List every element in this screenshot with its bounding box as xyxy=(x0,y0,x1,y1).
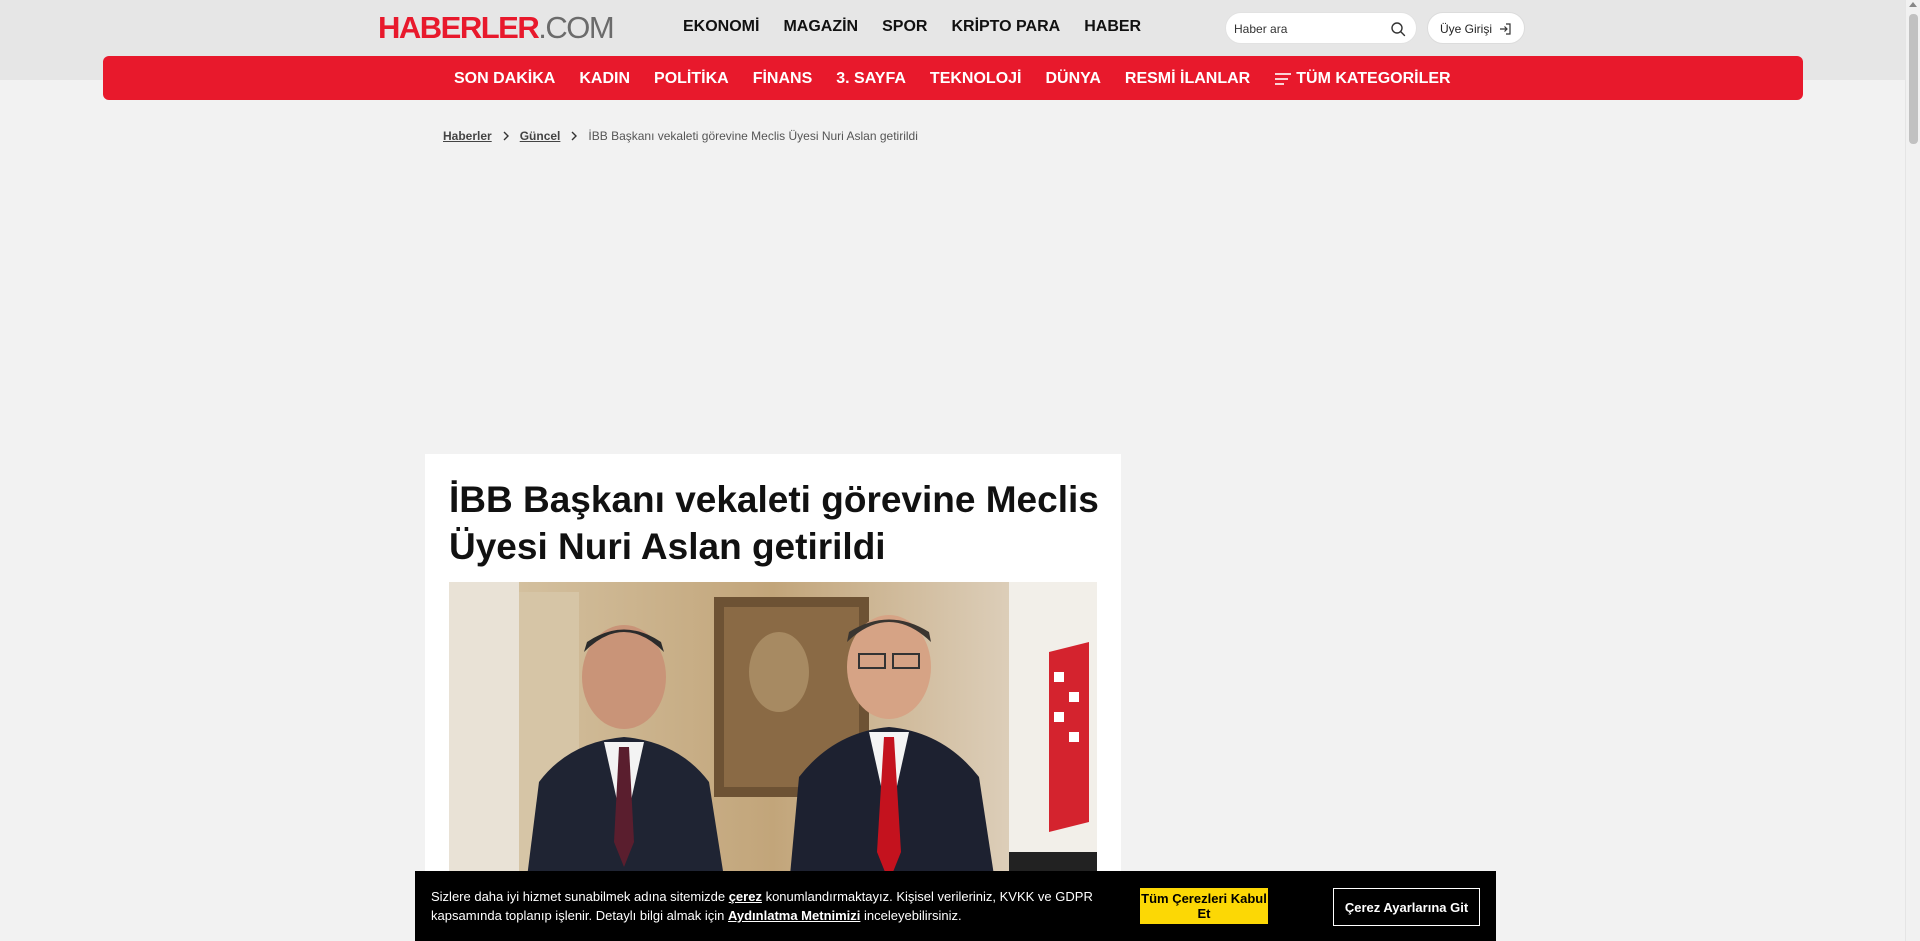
cookie-banner: Sizlere daha iyi hizmet sunabilmek adına… xyxy=(415,871,1496,941)
search-icon[interactable] xyxy=(1390,21,1406,37)
category-teknoloji[interactable]: TEKNOLOJİ xyxy=(930,69,1022,89)
site-logo[interactable]: HABERLER.COM xyxy=(378,10,615,45)
top-nav-ekonomi[interactable]: EKONOMİ xyxy=(683,17,759,37)
cookie-link[interactable]: çerez xyxy=(729,889,762,904)
category-politika[interactable]: POLİTİKA xyxy=(654,69,729,89)
category-nav: SON DAKİKA KADIN POLİTİKA FİNANS 3. SAYF… xyxy=(454,69,1451,89)
logo-suffix: .COM xyxy=(538,10,614,45)
category-dunya[interactable]: DÜNYA xyxy=(1045,69,1100,89)
chevron-right-icon xyxy=(571,131,578,141)
scrollbar-thumb[interactable] xyxy=(1909,14,1918,144)
cookie-text-part: Sizlere daha iyi hizmet sunabilmek adına… xyxy=(431,889,729,904)
top-nav-magazin[interactable]: MAGAZİN xyxy=(783,17,858,37)
cookie-settings-button[interactable]: Çerez Ayarlarına Git xyxy=(1333,888,1480,926)
logo-main: HABERLER xyxy=(378,10,540,45)
category-bar: SON DAKİKA KADIN POLİTİKA FİNANS 3. SAYF… xyxy=(103,56,1803,100)
breadcrumb-home[interactable]: Haberler xyxy=(443,129,492,143)
search-box xyxy=(1225,12,1417,44)
login-icon xyxy=(1500,23,1511,35)
menu-icon xyxy=(1275,73,1292,85)
scroll-up-arrow[interactable] xyxy=(1909,2,1917,7)
login-label: Üye Girişi xyxy=(1440,22,1493,36)
all-categories-button[interactable]: TÜM KATEGORİLER xyxy=(1274,69,1451,89)
top-nav-spor[interactable]: SPOR xyxy=(882,17,927,37)
article-title: İBB Başkanı vekaleti görevine Meclis Üye… xyxy=(449,479,1099,567)
accept-all-cookies-button[interactable]: Tüm Çerezleri Kabul Et xyxy=(1140,888,1268,924)
category-finans[interactable]: FİNANS xyxy=(753,69,813,89)
breadcrumb: Haberler Güncel İBB Başkanı vekaleti gör… xyxy=(443,129,918,143)
login-button[interactable]: Üye Girişi xyxy=(1427,12,1525,44)
category-kadin[interactable]: KADIN xyxy=(579,69,630,89)
cookie-text: Sizlere daha iyi hizmet sunabilmek adına… xyxy=(431,887,1131,925)
category-son-dakika[interactable]: SON DAKİKA xyxy=(454,69,555,89)
category-resmi-ilanlar[interactable]: RESMİ İLANLAR xyxy=(1125,69,1250,89)
page-scrollbar[interactable] xyxy=(1905,0,1920,941)
breadcrumb-current: İBB Başkanı vekaleti görevine Meclis Üye… xyxy=(588,129,918,143)
top-nav: EKONOMİ MAGAZİN SPOR KRİPTO PARA HABER xyxy=(683,17,1141,37)
chevron-right-icon xyxy=(503,131,509,141)
article-card: İBB Başkanı vekaleti görevine Meclis Üye… xyxy=(425,454,1121,941)
search-input[interactable] xyxy=(1234,19,1384,39)
category-3-sayfa[interactable]: 3. SAYFA xyxy=(836,69,906,89)
privacy-notice-link[interactable]: Aydınlatma Metnimizi xyxy=(728,908,860,923)
cookie-text-part: inceleyebilirsiniz. xyxy=(860,908,962,923)
breadcrumb-section[interactable]: Güncel xyxy=(520,129,561,143)
top-nav-kripto-para[interactable]: KRİPTO PARA xyxy=(951,17,1060,37)
all-categories-label: TÜM KATEGORİLER xyxy=(1296,70,1451,87)
top-nav-haber[interactable]: HABER xyxy=(1084,17,1141,37)
